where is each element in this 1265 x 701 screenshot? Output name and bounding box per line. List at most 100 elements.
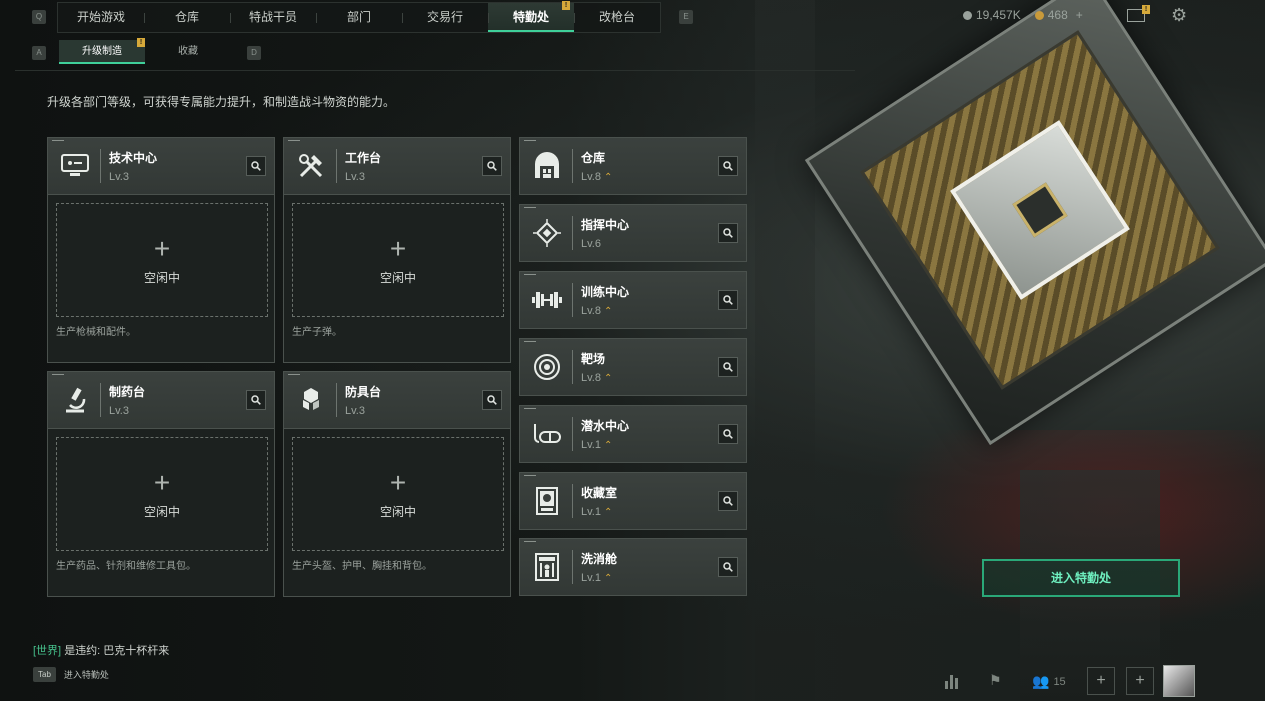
subtab-collection[interactable]: 收藏 [145, 40, 231, 64]
settings-gear-icon[interactable]: ⚙ [1171, 6, 1187, 24]
upgrade-arrow-icon: ⌃ [603, 573, 613, 584]
room-command-center[interactable]: 指挥中心 Lv.6 [519, 204, 747, 262]
card-level: Lv.3 [345, 171, 365, 183]
search-icon[interactable] [718, 290, 738, 310]
computer-icon [56, 147, 94, 185]
search-icon[interactable] [718, 557, 738, 577]
stats-icon[interactable] [945, 671, 963, 689]
plus-icon: + [389, 466, 407, 498]
key-hint-d: D [247, 46, 261, 60]
workstation-card-tech-center[interactable]: 技术中心 Lv.3 + 空闲中 生产枪械和配件。 [47, 137, 275, 363]
mail-badge: ! [1142, 5, 1150, 14]
key-hint-q: Q [32, 10, 46, 24]
diving-mask-icon [528, 415, 566, 453]
search-icon[interactable] [718, 156, 738, 176]
room-level: Lv.1 [581, 439, 601, 451]
warehouse-icon [528, 147, 566, 185]
tab-hint[interactable]: Tab 进入特勤处 [33, 667, 109, 682]
top-nav: 开始游戏 仓库 特战干员 部门 交易行 特勤处 ! 改枪台 [57, 1, 661, 33]
room-level: Lv.1 [581, 572, 601, 584]
tab-start-game[interactable]: 开始游戏 [58, 3, 144, 32]
search-icon[interactable] [482, 390, 502, 410]
room-level: Lv.1 [581, 506, 601, 518]
room-level: Lv.8 [581, 372, 601, 384]
friends-button[interactable]: 👥 15 [1032, 673, 1066, 690]
room-level: Lv.8 [581, 305, 601, 317]
search-icon[interactable] [246, 390, 266, 410]
resource-bar: 19,457K 468 + [963, 8, 1083, 22]
room-title: 潜水中心 [581, 419, 630, 433]
production-slot[interactable]: + 空闲中 [292, 437, 504, 551]
tab-trading[interactable]: 交易行 [402, 3, 488, 32]
plus-icon: + [389, 232, 407, 264]
production-slot[interactable]: + 空闲中 [292, 203, 504, 317]
flag-icon[interactable]: ⚑ [989, 672, 1002, 689]
tab-operators[interactable]: 特战干员 [230, 3, 316, 32]
sub-nav: 升级制造 ! 收藏 [59, 38, 231, 64]
room-decontamination[interactable]: 洗消舱 Lv.1 ⌃ [519, 538, 747, 596]
room-shooting-range[interactable]: 靶场 Lv.8 ⌃ [519, 338, 747, 396]
tab-gunsmith[interactable]: 改枪台 [574, 3, 660, 32]
search-icon[interactable] [718, 357, 738, 377]
room-title: 指挥中心 [581, 218, 630, 232]
tab-hint-label: 进入特勤处 [63, 670, 109, 680]
card-level: Lv.3 [109, 171, 129, 183]
cube-model [804, 0, 1265, 446]
card-level: Lv.3 [345, 405, 365, 417]
tools-icon [292, 147, 330, 185]
currency-b[interactable]: 468 + [1034, 8, 1083, 22]
idle-status: 空闲中 [379, 504, 416, 519]
room-title: 仓库 [581, 151, 606, 165]
production-slot[interactable]: + 空闲中 [56, 437, 268, 551]
room-diving-center[interactable]: 潜水中心 Lv.1 ⌃ [519, 405, 747, 463]
search-icon[interactable] [482, 156, 502, 176]
search-icon[interactable] [246, 156, 266, 176]
armor-blocks-icon [292, 381, 330, 419]
chat-channel: [世界] [33, 645, 62, 657]
upgrade-arrow-icon: ⌃ [603, 373, 613, 384]
invite-slot-plus-icon[interactable]: + [1087, 667, 1115, 695]
card-note: 生产头盔、护甲、胸挂和背包。 [292, 561, 432, 572]
upgrade-arrow-icon: ⌃ [603, 306, 613, 317]
microscope-icon [56, 381, 94, 419]
target-icon [528, 348, 566, 386]
upgrade-arrow-icon: ⌃ [603, 172, 613, 183]
plus-icon: + [153, 232, 171, 264]
key-hint-a: A [32, 46, 46, 60]
background-pillar [755, 0, 815, 701]
invite-slot-plus-icon-2[interactable]: + [1126, 667, 1154, 695]
room-level: Lv.8 [581, 171, 601, 183]
idle-status: 空闲中 [379, 270, 416, 285]
workstation-card-workbench[interactable]: 工作台 Lv.3 + 空闲中 生产子弹。 [283, 137, 511, 363]
chat-message: 是违约: 巴克十杯杆来 [64, 645, 170, 657]
mail-icon[interactable]: ! [1127, 5, 1150, 22]
card-note: 生产枪械和配件。 [56, 327, 136, 338]
tab-key: Tab [33, 667, 56, 682]
enter-special-ops-button[interactable]: 进入特勤处 [982, 559, 1180, 597]
tab-departments[interactable]: 部门 [316, 3, 402, 32]
search-icon[interactable] [718, 491, 738, 511]
search-icon[interactable] [718, 223, 738, 243]
room-training-center[interactable]: 训练中心 Lv.8 ⌃ [519, 271, 747, 329]
room-warehouse[interactable]: 仓库 Lv.8 ⌃ [519, 137, 747, 195]
tab-special-ops[interactable]: 特勤处 ! [488, 1, 574, 32]
card-title: 防具台 [345, 385, 382, 399]
search-icon[interactable] [718, 424, 738, 444]
plus-icon: + [153, 466, 171, 498]
room-collection-room[interactable]: 收藏室 Lv.1 ⌃ [519, 472, 747, 530]
tab-warehouse[interactable]: 仓库 [144, 3, 230, 32]
room-title: 训练中心 [581, 285, 630, 299]
room-title: 靶场 [581, 352, 606, 366]
avatar[interactable] [1163, 665, 1195, 697]
production-slot[interactable]: + 空闲中 [56, 203, 268, 317]
room-title: 收藏室 [581, 486, 618, 500]
room-title: 洗消舱 [581, 552, 618, 566]
world-chat[interactable]: [世界] 是违约: 巴克十杯杆来 [33, 642, 169, 658]
card-note: 生产子弹。 [292, 327, 342, 338]
subtab-upgrade[interactable]: 升级制造 ! [59, 38, 145, 64]
workstation-card-pharmacy[interactable]: 制药台 Lv.3 + 空闲中 生产药品、针剂和维修工具包。 [47, 371, 275, 597]
upgrade-arrow-icon: ⌃ [603, 440, 613, 451]
decon-chamber-icon [528, 548, 566, 586]
workstation-card-armor[interactable]: 防具台 Lv.3 + 空闲中 生产头盔、护甲、胸挂和背包。 [283, 371, 511, 597]
currency-a-icon [963, 10, 972, 20]
